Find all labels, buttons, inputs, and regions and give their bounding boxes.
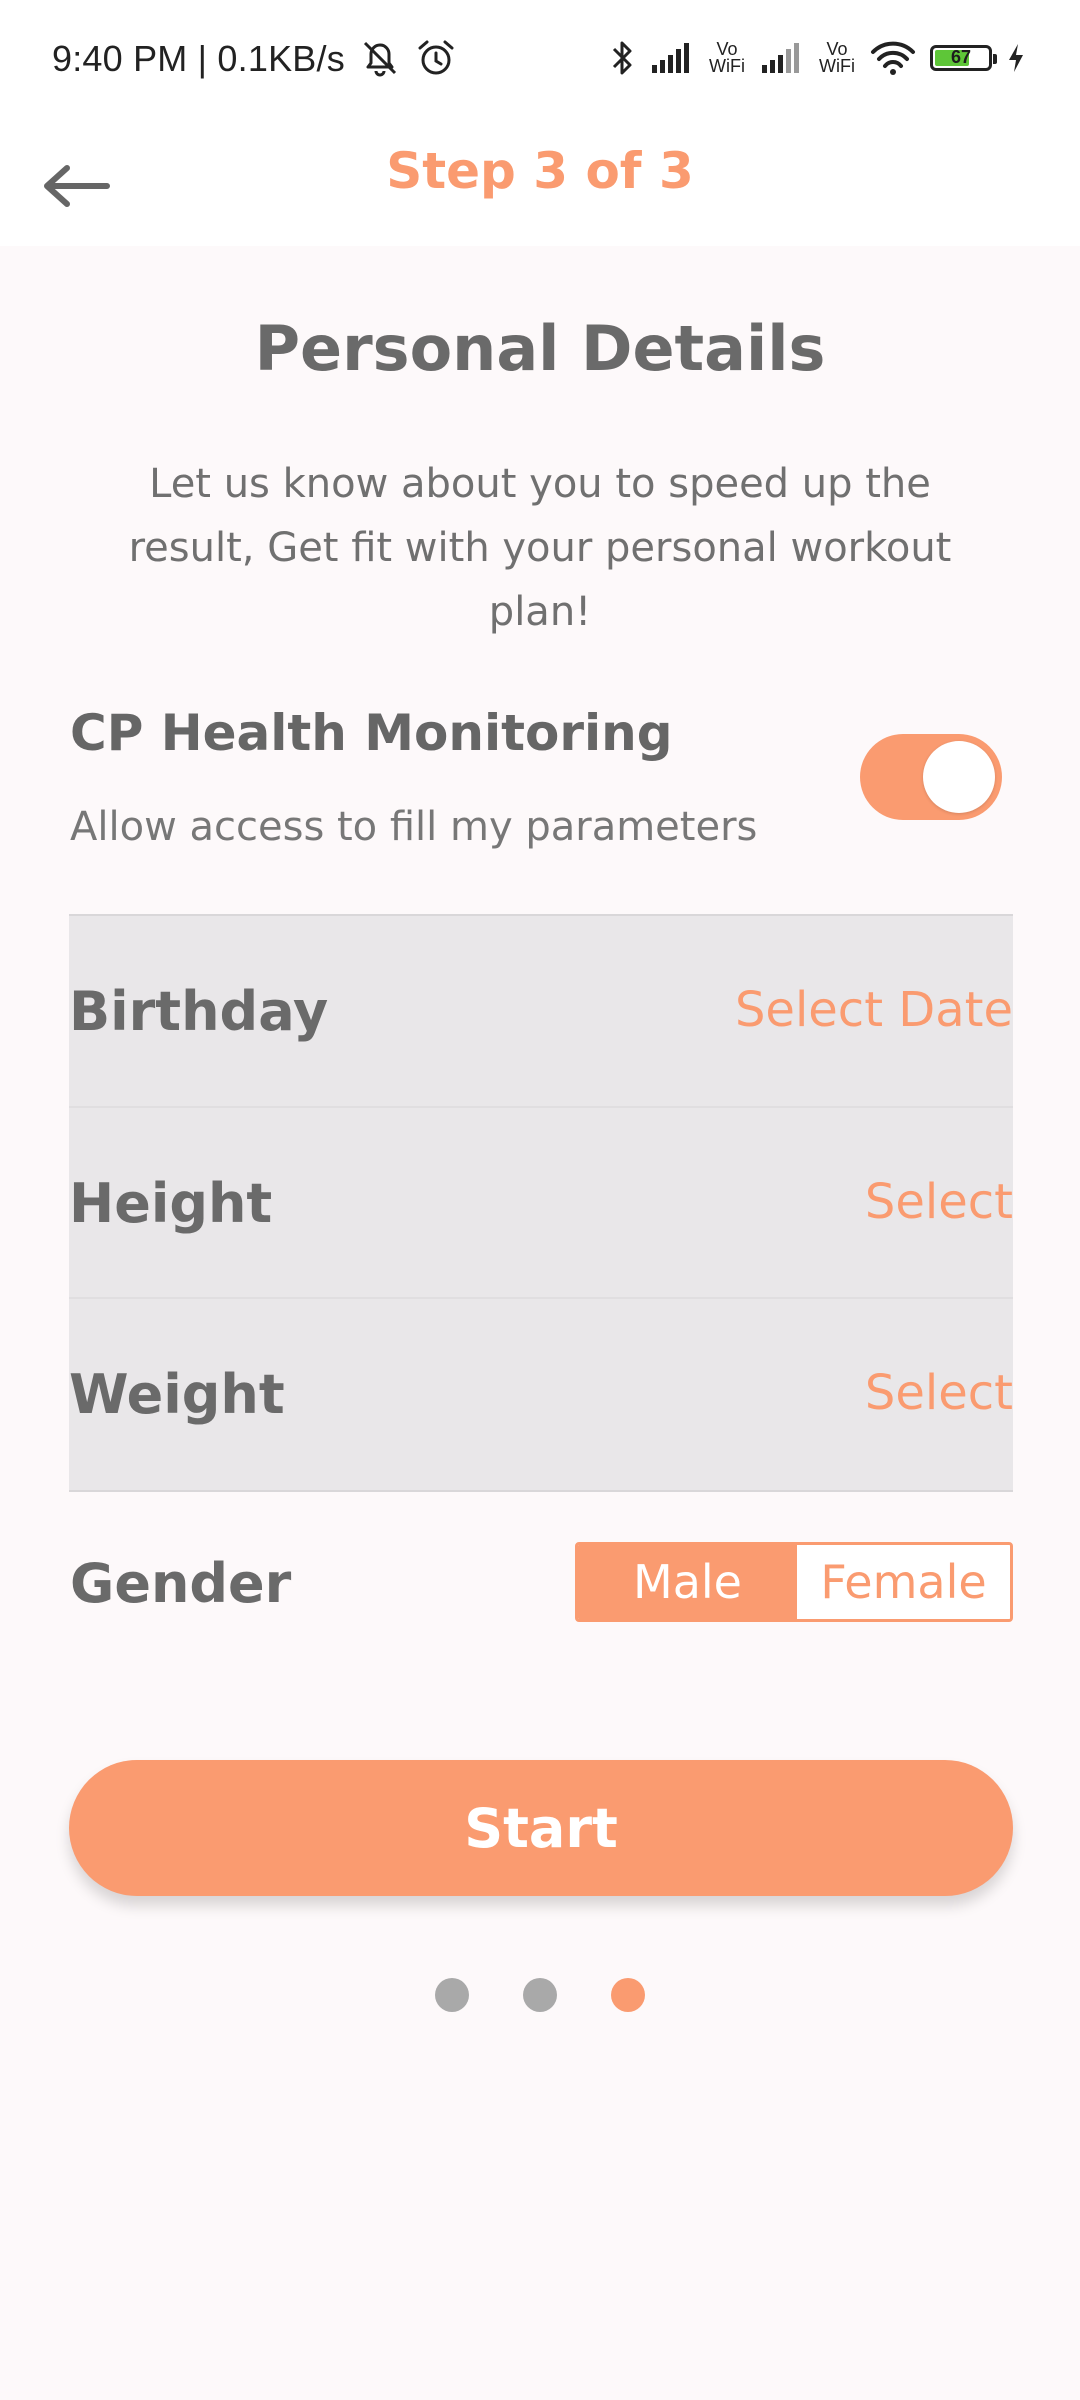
start-button[interactable]: Start [69,1760,1013,1896]
page-dot [435,1978,469,2012]
status-icons: Vo WiFi Vo WiFi 67 [608,34,1026,82]
charging-icon [1006,42,1026,74]
details-fields: Birthday Select Date Height Select Weigh… [69,914,1013,1492]
status-time: 9:40 PM | 0.1KB/s [52,38,345,79]
page-dot [611,1978,645,2012]
wifi-icon [870,40,916,76]
status-bar: 9:40 PM | 0.1KB/s Vo WiFi Vo WiFi 67 [0,0,1080,122]
health-monitoring-toggle[interactable] [860,734,1002,820]
battery-icon: 67 [930,45,997,71]
step-title: Step 3 of 3 [386,142,694,200]
weight-row[interactable]: Weight Select [69,1297,1013,1489]
signal-icon [760,41,804,75]
birthday-label: Birthday [69,980,329,1043]
height-row[interactable]: Height Select [69,1106,1013,1298]
signal-icon [650,41,694,75]
toggle-knob [923,741,995,813]
vo-wifi-label: Vo WiFi [709,39,745,76]
page-dot [523,1978,557,2012]
bluetooth-icon [608,38,636,78]
mute-icon [358,36,402,84]
height-label: Height [69,1172,273,1235]
weight-label: Weight [69,1363,285,1426]
birthday-row[interactable]: Birthday Select Date [69,916,1013,1106]
health-monitoring-description: Allow access to fill my parameters [70,804,758,850]
page-indicator [0,1978,1080,2012]
app-header: Step 3 of 3 [0,122,1080,246]
gender-male-option[interactable]: Male [578,1545,797,1619]
height-select[interactable]: Select [865,1174,1013,1230]
health-monitoring-title: CP Health Monitoring [70,704,673,762]
weight-select[interactable]: Select [865,1365,1013,1421]
gender-selector: Male Female [575,1542,1013,1622]
gender-label: Gender [70,1552,292,1615]
gender-female-option[interactable]: Female [797,1545,1010,1619]
page-title: Personal Details [254,312,826,385]
vo-wifi-label: Vo WiFi [819,39,855,76]
birthday-select[interactable]: Select Date [735,982,1013,1038]
battery-level: 67 [950,47,972,67]
alarm-icon [414,36,458,84]
page-subtitle: Let us know about you to speed up the re… [128,461,952,635]
